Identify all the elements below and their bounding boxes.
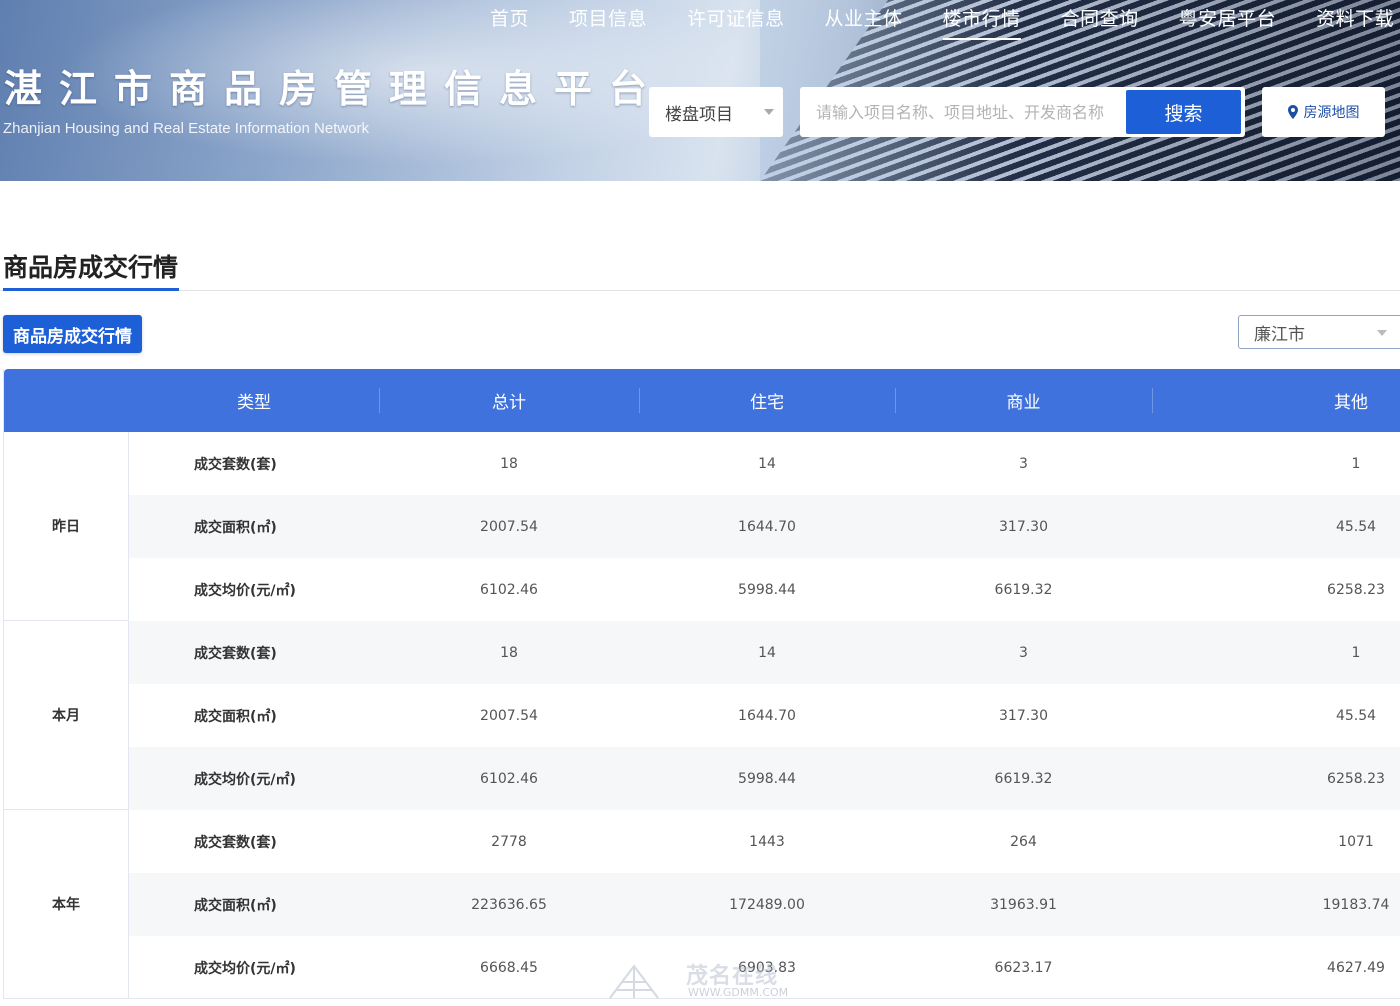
- row-label: 成交均价(元/㎡): [194, 582, 296, 599]
- cell-residential: 14: [758, 455, 776, 472]
- cell-total: 2778: [491, 833, 527, 850]
- cell-total: 223636.65: [471, 896, 547, 913]
- cell-other: 45.54: [1335, 707, 1377, 724]
- nav-item-contracts[interactable]: 合同查询: [1041, 0, 1159, 38]
- tab-sales-market[interactable]: 商品房成交行情: [3, 315, 142, 353]
- cell-residential: 5998.44: [738, 770, 796, 787]
- cell-total: 2007.54: [480, 707, 538, 724]
- table-row: 成交面积(㎡) 2007.54 1644.70 317.30 45.54: [129, 495, 1400, 558]
- cell-residential: 1644.70: [738, 707, 796, 724]
- header-banner: 首页 项目信息 许可证信息 从业主体 楼市行情 合同查询 粤安居平台 资料下载 …: [0, 0, 1400, 181]
- cell-commercial: 3: [1019, 644, 1028, 661]
- row-label: 成交套数(套): [194, 834, 277, 851]
- map-pin-icon: [1287, 105, 1298, 119]
- cell-total: 18: [500, 455, 518, 472]
- table-row: 成交均价(元/㎡) 6102.46 5998.44 6619.32 6258.2…: [129, 747, 1400, 810]
- main-nav: 首页 项目信息 许可证信息 从业主体 楼市行情 合同查询 粤安居平台 资料下载: [470, 0, 1400, 44]
- cell-other: 1: [1351, 644, 1361, 661]
- cell-residential: 1644.70: [738, 518, 796, 535]
- search-category-select[interactable]: 楼盘项目: [649, 87, 783, 137]
- city-select-value: 廉江市: [1254, 324, 1305, 345]
- cell-commercial: 317.30: [999, 518, 1048, 535]
- cell-total: 18: [500, 644, 518, 661]
- search-box: 搜索: [800, 87, 1245, 137]
- site-subtitle: Zhanjian Housing and Real Estate Informa…: [3, 120, 370, 137]
- cell-residential: 172489.00: [729, 896, 805, 913]
- cell-residential: 5998.44: [738, 581, 796, 598]
- cell-commercial: 6623.17: [994, 959, 1053, 976]
- site-title: 湛江市商品房管理信息平台: [4, 67, 665, 111]
- row-label: 成交均价(元/㎡): [194, 771, 296, 788]
- table-row: 成交均价(元/㎡) 6668.45 6903.83 6623.17 4627.4…: [129, 936, 1400, 998]
- cell-residential: 6903.83: [738, 959, 796, 976]
- search-input[interactable]: [800, 87, 1126, 137]
- table-row: 成交面积(㎡) 2007.54 1644.70 317.30 45.54: [129, 684, 1400, 747]
- row-label: 成交面积(㎡): [194, 519, 277, 536]
- group-cell-this-month: 本月: [4, 621, 129, 810]
- table-row: 成交套数(套) 2778 1443 264 1071: [129, 810, 1400, 873]
- cell-other: 19183.74: [1322, 896, 1390, 913]
- search-category-value: 楼盘项目: [665, 104, 733, 125]
- group-cell-yesterday: 昨日: [4, 432, 129, 621]
- cell-other: 1: [1351, 455, 1361, 472]
- nav-item-permits[interactable]: 许可证信息: [667, 0, 805, 38]
- section-divider: [0, 290, 1400, 291]
- cell-other: 45.54: [1335, 518, 1377, 535]
- cell-residential: 1443: [749, 833, 785, 850]
- col-header-commercial: 商业: [1006, 393, 1041, 413]
- col-header-other: 其他: [1334, 393, 1368, 413]
- table-row: 成交套数(套) 18 14 3 1: [129, 621, 1400, 684]
- search-button[interactable]: 搜索: [1126, 90, 1241, 134]
- cell-commercial: 3: [1019, 455, 1028, 472]
- cell-other: 6258.23: [1327, 581, 1385, 598]
- section-title: 商品房成交行情: [3, 253, 179, 282]
- nav-item-downloads[interactable]: 资料下载: [1296, 0, 1400, 38]
- cell-commercial: 31963.91: [990, 896, 1057, 913]
- row-label: 成交套数(套): [194, 645, 277, 662]
- row-label: 成交面积(㎡): [194, 708, 277, 725]
- row-label: 成交均价(元/㎡): [194, 960, 296, 977]
- nav-item-yueanju[interactable]: 粤安居平台: [1159, 0, 1297, 38]
- chevron-down-icon: [1377, 330, 1387, 336]
- cell-total: 6102.46: [480, 770, 538, 787]
- nav-item-market[interactable]: 楼市行情: [923, 0, 1041, 40]
- col-header-residential: 住宅: [750, 393, 784, 413]
- col-header-type: 类型: [237, 393, 271, 413]
- chevron-down-icon: [764, 109, 774, 115]
- cell-commercial: 317.30: [999, 707, 1048, 724]
- col-header-total: 总计: [492, 393, 526, 413]
- cell-total: 2007.54: [480, 518, 538, 535]
- map-button-label: 房源地图: [1303, 105, 1360, 121]
- nav-item-projects[interactable]: 项目信息: [549, 0, 667, 38]
- cell-commercial: 6619.32: [994, 581, 1053, 598]
- section-title-underline: [3, 288, 179, 291]
- cell-other: 1071: [1338, 833, 1374, 850]
- cell-residential: 14: [758, 644, 776, 661]
- map-button[interactable]: 房源地图: [1262, 87, 1385, 137]
- cell-total: 6102.46: [480, 581, 538, 598]
- nav-item-entities[interactable]: 从业主体: [805, 0, 923, 38]
- cell-commercial: 264: [1010, 833, 1037, 850]
- table-row: 成交面积(㎡) 223636.65 172489.00 31963.91 191…: [129, 873, 1400, 936]
- table-row: 成交均价(元/㎡) 6102.46 5998.44 6619.32 6258.2…: [129, 558, 1400, 621]
- city-select[interactable]: 廉江市: [1238, 315, 1400, 349]
- cell-commercial: 6619.32: [994, 770, 1053, 787]
- group-cell-this-year: 本年: [4, 810, 129, 998]
- cell-total: 6668.45: [480, 959, 538, 976]
- table-header: 类型 总计 住宅 商业 其他: [4, 369, 1400, 432]
- row-label: 成交套数(套): [194, 456, 277, 473]
- table-row: 成交套数(套) 18 14 3 1: [129, 432, 1400, 495]
- nav-item-home[interactable]: 首页: [470, 0, 549, 38]
- row-label: 成交面积(㎡): [194, 897, 277, 914]
- cell-other: 6258.23: [1327, 770, 1385, 787]
- cell-other: 4627.49: [1327, 959, 1385, 976]
- sales-table: 类型 总计 住宅 商业 其他 昨日 成交套数(套) 18 14 3 1 成交面积…: [3, 369, 1400, 999]
